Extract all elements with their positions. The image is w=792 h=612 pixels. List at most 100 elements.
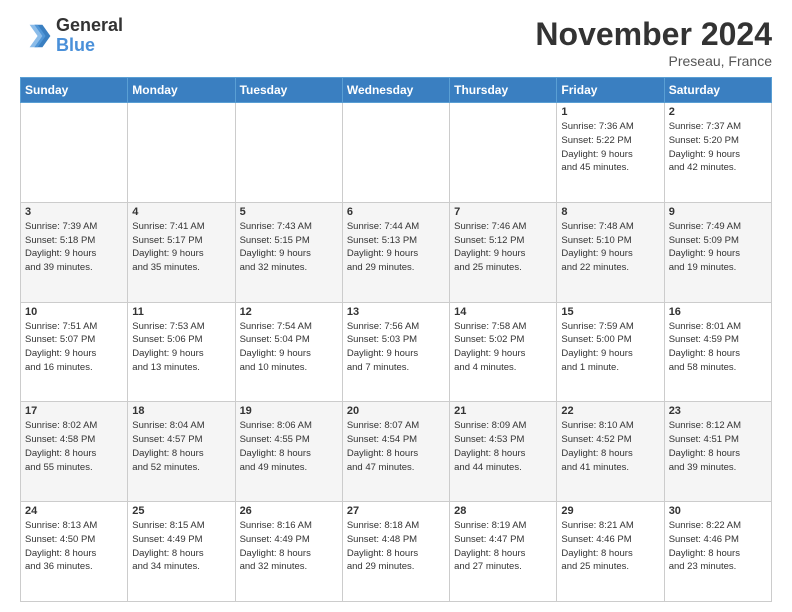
calendar-week-2: 3 Sunrise: 7:39 AM Sunset: 5:18 PM Daylig…: [21, 202, 772, 302]
day-info: Sunrise: 7:49 AM Sunset: 5:09 PM Dayligh…: [669, 220, 767, 275]
day-info: Sunrise: 7:37 AM Sunset: 5:20 PM Dayligh…: [669, 120, 767, 175]
calendar-cell: 16 Sunrise: 8:01 AM Sunset: 4:59 PM Dayli…: [664, 302, 771, 402]
calendar-cell: 10 Sunrise: 7:51 AM Sunset: 5:07 PM Dayli…: [21, 302, 128, 402]
header: General Blue November 2024 Preseau, Fran…: [20, 16, 772, 69]
day-number: 29: [561, 505, 659, 517]
calendar-cell: 15 Sunrise: 7:59 AM Sunset: 5:00 PM Dayli…: [557, 302, 664, 402]
calendar-cell: 28 Sunrise: 8:19 AM Sunset: 4:47 PM Dayli…: [450, 502, 557, 602]
day-info: Sunrise: 7:58 AM Sunset: 5:02 PM Dayligh…: [454, 320, 552, 375]
day-info: Sunrise: 8:21 AM Sunset: 4:46 PM Dayligh…: [561, 519, 659, 574]
weekday-header-wednesday: Wednesday: [342, 78, 449, 103]
weekday-header-row: SundayMondayTuesdayWednesdayThursdayFrid…: [21, 78, 772, 103]
day-number: 3: [25, 206, 123, 218]
calendar-cell: 29 Sunrise: 8:21 AM Sunset: 4:46 PM Dayli…: [557, 502, 664, 602]
day-number: 6: [347, 206, 445, 218]
day-info: Sunrise: 8:18 AM Sunset: 4:48 PM Dayligh…: [347, 519, 445, 574]
calendar-cell: 22Sunrise: 8:10 AM Sunset: 4:52 PM Dayli…: [557, 402, 664, 502]
calendar-cell: 20 Sunrise: 8:07 AM Sunset: 4:54 PM Dayli…: [342, 402, 449, 502]
calendar-cell: 6 Sunrise: 7:44 AM Sunset: 5:13 PM Daylig…: [342, 202, 449, 302]
calendar-week-1: 1Sunrise: 7:36 AM Sunset: 5:22 PM Daylig…: [21, 103, 772, 203]
calendar-week-3: 10 Sunrise: 7:51 AM Sunset: 5:07 PM Dayli…: [21, 302, 772, 402]
day-number: 26: [240, 505, 338, 517]
day-number: 14: [454, 306, 552, 318]
day-number: 19: [240, 405, 338, 417]
day-info: Sunrise: 8:22 AM Sunset: 4:46 PM Dayligh…: [669, 519, 767, 574]
day-number: 30: [669, 505, 767, 517]
day-number: 9: [669, 206, 767, 218]
day-number: 20: [347, 405, 445, 417]
day-number: 17: [25, 405, 123, 417]
day-info: Sunrise: 7:48 AM Sunset: 5:10 PM Dayligh…: [561, 220, 659, 275]
calendar-cell: 3 Sunrise: 7:39 AM Sunset: 5:18 PM Daylig…: [21, 202, 128, 302]
weekday-header-friday: Friday: [557, 78, 664, 103]
day-info: Sunrise: 7:36 AM Sunset: 5:22 PM Dayligh…: [561, 120, 659, 175]
day-info: Sunrise: 7:44 AM Sunset: 5:13 PM Dayligh…: [347, 220, 445, 275]
weekday-header-thursday: Thursday: [450, 78, 557, 103]
day-number: 25: [132, 505, 230, 517]
calendar-cell: 4Sunrise: 7:41 AM Sunset: 5:17 PM Daylig…: [128, 202, 235, 302]
calendar-cell: [128, 103, 235, 203]
day-info: Sunrise: 7:54 AM Sunset: 5:04 PM Dayligh…: [240, 320, 338, 375]
calendar-cell: 18 Sunrise: 8:04 AM Sunset: 4:57 PM Dayli…: [128, 402, 235, 502]
calendar-cell: 9 Sunrise: 7:49 AM Sunset: 5:09 PM Daylig…: [664, 202, 771, 302]
calendar-cell: [342, 103, 449, 203]
weekday-header-sunday: Sunday: [21, 78, 128, 103]
calendar-cell: 5 Sunrise: 7:43 AM Sunset: 5:15 PM Daylig…: [235, 202, 342, 302]
calendar-cell: 17 Sunrise: 8:02 AM Sunset: 4:58 PM Dayli…: [21, 402, 128, 502]
logo-text: General Blue: [56, 16, 123, 56]
calendar-cell: 26 Sunrise: 8:16 AM Sunset: 4:49 PM Dayli…: [235, 502, 342, 602]
calendar-cell: 23Sunrise: 8:12 AM Sunset: 4:51 PM Dayli…: [664, 402, 771, 502]
day-info: Sunrise: 7:39 AM Sunset: 5:18 PM Dayligh…: [25, 220, 123, 275]
day-number: 13: [347, 306, 445, 318]
day-number: 8: [561, 206, 659, 218]
logo: General Blue: [20, 16, 123, 56]
day-number: 5: [240, 206, 338, 218]
day-info: Sunrise: 7:46 AM Sunset: 5:12 PM Dayligh…: [454, 220, 552, 275]
weekday-header-tuesday: Tuesday: [235, 78, 342, 103]
calendar-cell: 21 Sunrise: 8:09 AM Sunset: 4:53 PM Dayli…: [450, 402, 557, 502]
day-info: Sunrise: 8:12 AM Sunset: 4:51 PM Dayligh…: [669, 419, 767, 474]
day-number: 7: [454, 206, 552, 218]
day-number: 18: [132, 405, 230, 417]
calendar-cell: 13Sunrise: 7:56 AM Sunset: 5:03 PM Dayli…: [342, 302, 449, 402]
day-info: Sunrise: 7:43 AM Sunset: 5:15 PM Dayligh…: [240, 220, 338, 275]
calendar-cell: 12 Sunrise: 7:54 AM Sunset: 5:04 PM Dayli…: [235, 302, 342, 402]
day-info: Sunrise: 8:15 AM Sunset: 4:49 PM Dayligh…: [132, 519, 230, 574]
day-info: Sunrise: 8:13 AM Sunset: 4:50 PM Dayligh…: [25, 519, 123, 574]
day-number: 15: [561, 306, 659, 318]
day-info: Sunrise: 8:09 AM Sunset: 4:53 PM Dayligh…: [454, 419, 552, 474]
day-number: 27: [347, 505, 445, 517]
logo-line1: General: [56, 16, 123, 36]
day-info: Sunrise: 8:16 AM Sunset: 4:49 PM Dayligh…: [240, 519, 338, 574]
day-number: 10: [25, 306, 123, 318]
day-info: Sunrise: 8:04 AM Sunset: 4:57 PM Dayligh…: [132, 419, 230, 474]
calendar-cell: 1Sunrise: 7:36 AM Sunset: 5:22 PM Daylig…: [557, 103, 664, 203]
day-info: Sunrise: 7:59 AM Sunset: 5:00 PM Dayligh…: [561, 320, 659, 375]
day-info: Sunrise: 8:19 AM Sunset: 4:47 PM Dayligh…: [454, 519, 552, 574]
weekday-header-monday: Monday: [128, 78, 235, 103]
calendar-cell: [450, 103, 557, 203]
month-title: November 2024: [535, 16, 772, 53]
day-number: 12: [240, 306, 338, 318]
calendar-week-4: 17 Sunrise: 8:02 AM Sunset: 4:58 PM Dayli…: [21, 402, 772, 502]
day-info: Sunrise: 8:07 AM Sunset: 4:54 PM Dayligh…: [347, 419, 445, 474]
calendar-cell: 7 Sunrise: 7:46 AM Sunset: 5:12 PM Daylig…: [450, 202, 557, 302]
title-area: November 2024 Preseau, France: [535, 16, 772, 69]
day-info: Sunrise: 7:41 AM Sunset: 5:17 PM Dayligh…: [132, 220, 230, 275]
calendar-cell: 19Sunrise: 8:06 AM Sunset: 4:55 PM Dayli…: [235, 402, 342, 502]
day-number: 28: [454, 505, 552, 517]
day-info: Sunrise: 8:01 AM Sunset: 4:59 PM Dayligh…: [669, 320, 767, 375]
location: Preseau, France: [535, 53, 772, 69]
calendar-week-5: 24 Sunrise: 8:13 AM Sunset: 4:50 PM Dayli…: [21, 502, 772, 602]
calendar-table: SundayMondayTuesdayWednesdayThursdayFrid…: [20, 77, 772, 602]
day-number: 22: [561, 405, 659, 417]
day-number: 24: [25, 505, 123, 517]
day-info: Sunrise: 8:02 AM Sunset: 4:58 PM Dayligh…: [25, 419, 123, 474]
day-number: 16: [669, 306, 767, 318]
page: General Blue November 2024 Preseau, Fran…: [0, 0, 792, 612]
calendar-cell: 24 Sunrise: 8:13 AM Sunset: 4:50 PM Dayli…: [21, 502, 128, 602]
day-info: Sunrise: 7:51 AM Sunset: 5:07 PM Dayligh…: [25, 320, 123, 375]
calendar-cell: 27 Sunrise: 8:18 AM Sunset: 4:48 PM Dayli…: [342, 502, 449, 602]
day-number: 21: [454, 405, 552, 417]
calendar-cell: 2Sunrise: 7:37 AM Sunset: 5:20 PM Daylig…: [664, 103, 771, 203]
